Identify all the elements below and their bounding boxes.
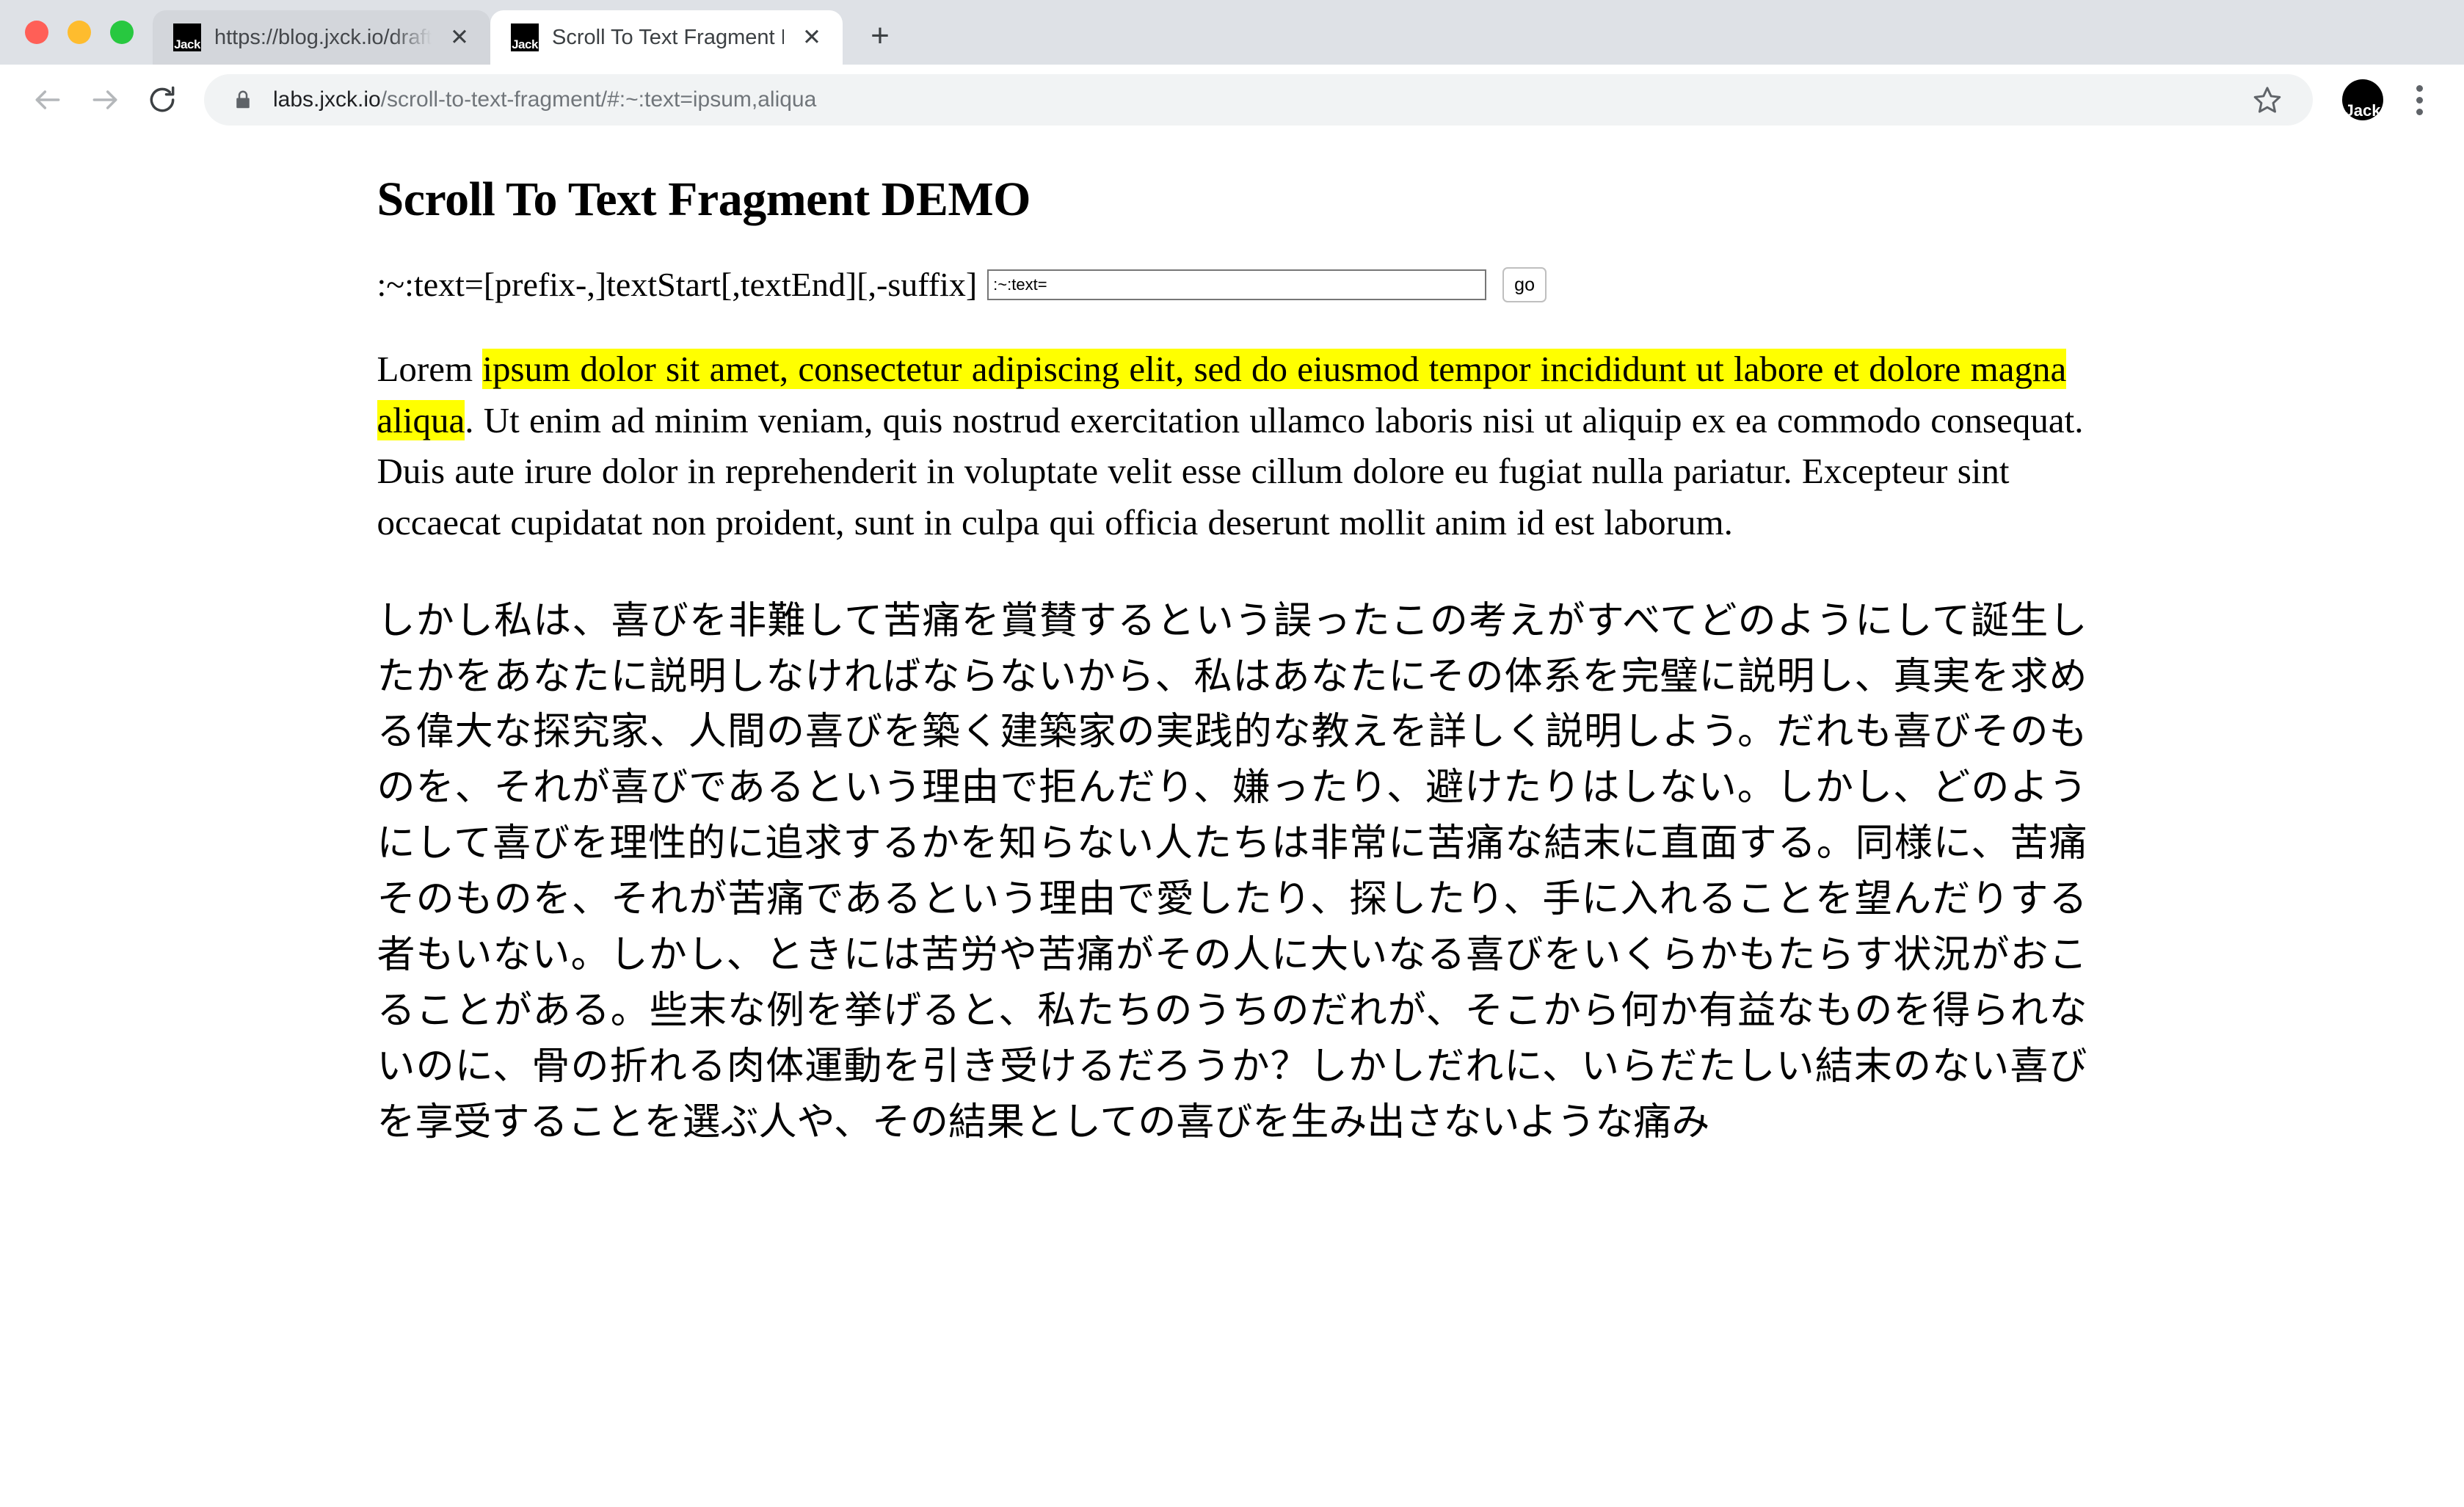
window-controls: [0, 0, 153, 65]
page-title: Scroll To Text Fragment DEMO: [377, 173, 1031, 226]
page-viewport: Scroll To Text Fragment DEMO :~:text=[pr…: [0, 135, 2464, 1507]
back-arrow-icon[interactable]: [19, 71, 76, 128]
latin-paragraph: Lorem ipsum dolor sit amet, consectetur …: [377, 344, 2087, 548]
window-close-button[interactable]: [25, 21, 48, 44]
tab-title: Scroll To Text Fragment DEMO: [552, 25, 784, 49]
japanese-paragraph: しかし私は、喜びを非難して苦痛を賞賛するという誤ったこの考えがすべてどのようにし…: [377, 600, 2087, 1144]
form-label: :~:text=[prefix-,]textStart[,textEnd][,-…: [377, 266, 978, 304]
favicon-label: Jack: [174, 37, 200, 51]
text-fragment-input[interactable]: [987, 269, 1487, 301]
browser-toolbar: labs.jxck.io/scroll-to-text-fragment/#:~…: [0, 65, 2464, 135]
avatar[interactable]: Jack: [2342, 79, 2383, 120]
window-maximize-button[interactable]: [110, 21, 134, 44]
menu-dot: [2416, 84, 2423, 92]
three-dot-menu-icon[interactable]: [2396, 77, 2442, 123]
url-path: /scroll-to-text-fragment/#:~:text=ipsum,…: [380, 87, 817, 112]
address-bar[interactable]: labs.jxck.io/scroll-to-text-fragment/#:~…: [204, 74, 2313, 126]
tabs-row: Jack https://blog.jxck.io/drafts/scroll-…: [153, 0, 906, 65]
browser-tab-2[interactable]: Jack Scroll To Text Fragment DEMO ✕: [490, 10, 843, 65]
browser-tab-1[interactable]: Jack https://blog.jxck.io/drafts/scroll-…: [153, 10, 490, 65]
url-text: labs.jxck.io/scroll-to-text-fragment/#:~…: [273, 74, 2239, 126]
content-container: Scroll To Text Fragment DEMO :~:text=[pr…: [377, 174, 2087, 1151]
menu-dot: [2416, 96, 2423, 104]
favicon-icon: Jack: [511, 23, 539, 51]
latin-before-highlight: Lorem: [377, 349, 483, 390]
close-icon[interactable]: ✕: [797, 23, 826, 52]
window-minimize-button[interactable]: [68, 21, 91, 44]
text-fragment-form: :~:text=[prefix-,]textStart[,textEnd][,-…: [377, 266, 2087, 304]
favicon-label: Jack: [512, 37, 538, 51]
browser-window: Jack https://blog.jxck.io/drafts/scroll-…: [0, 0, 2464, 1507]
tab-title: https://blog.jxck.io/drafts/scroll-t: [214, 25, 432, 49]
forward-arrow-icon[interactable]: [76, 71, 134, 128]
star-icon[interactable]: [2248, 81, 2286, 119]
url-host: labs.jxck.io: [273, 87, 381, 112]
favicon-icon: Jack: [173, 23, 201, 51]
go-button[interactable]: go: [1502, 267, 1547, 303]
reload-icon[interactable]: [134, 71, 191, 128]
page-body: Scroll To Text Fragment DEMO :~:text=[pr…: [0, 136, 2464, 1151]
avatar-label: Jack: [2344, 101, 2381, 120]
new-tab-icon[interactable]: +: [854, 10, 906, 62]
close-icon[interactable]: ✕: [445, 23, 474, 52]
tab-strip: Jack https://blog.jxck.io/drafts/scroll-…: [0, 0, 2464, 65]
menu-dot: [2416, 108, 2423, 115]
lock-icon: [232, 89, 254, 111]
latin-after-highlight: . Ut enim ad minim veniam, quis nostrud …: [377, 399, 2084, 543]
